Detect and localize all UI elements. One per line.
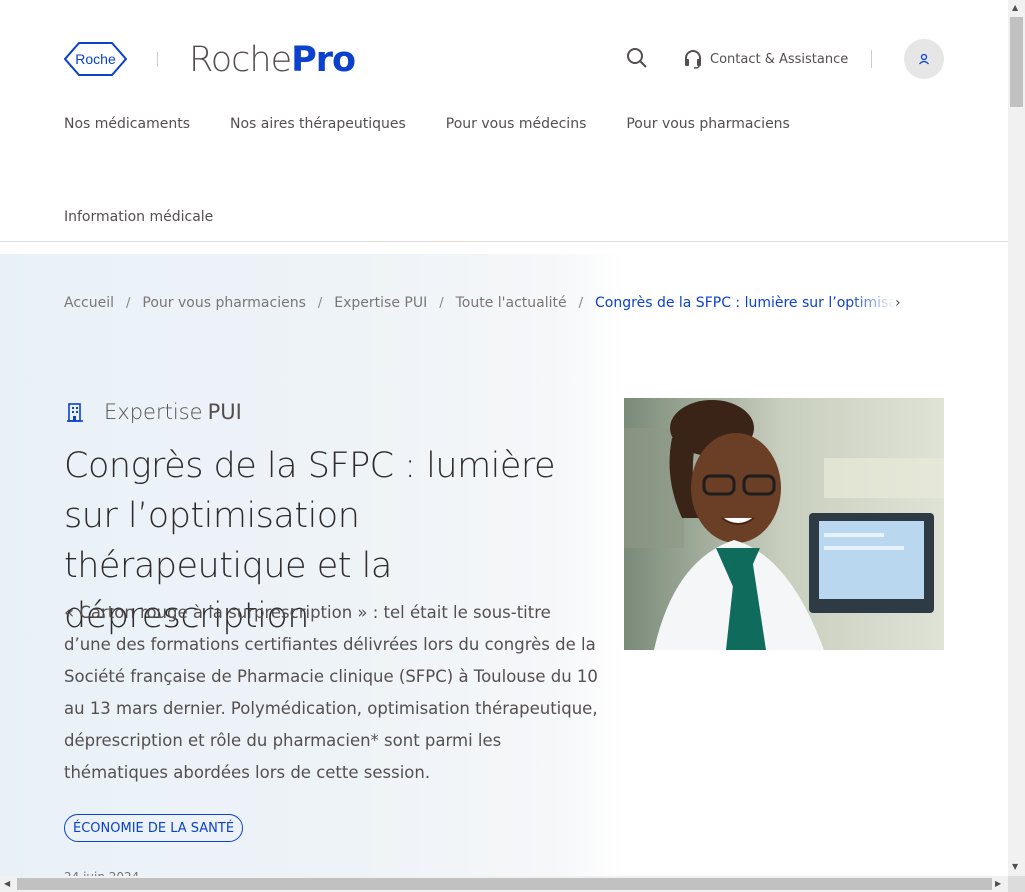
tag-economie-sante[interactable]: ÉCONOMIE DE LA SANTÉ <box>64 814 244 842</box>
site-header: Roche RochePro Contact & Assistance Nos … <box>0 0 1008 242</box>
roche-logo-icon[interactable]: Roche <box>64 42 127 76</box>
horizontal-scrollbar-thumb[interactable] <box>17 878 992 890</box>
nav-item-pharmaciens[interactable]: Pour vous pharmaciens <box>626 116 790 132</box>
account-button[interactable] <box>904 39 944 79</box>
contact-label: Contact & Assistance <box>710 51 849 67</box>
chevron-right-icon[interactable]: › <box>895 295 901 311</box>
scroll-up-icon[interactable]: ▲ <box>1012 3 1018 12</box>
nav-item-medicaments[interactable]: Nos médicaments <box>64 116 190 132</box>
header-divider <box>871 50 872 68</box>
breadcrumb-toute-actualite[interactable]: Toute l'actualité <box>456 295 567 311</box>
breadcrumb-separator: / <box>317 295 323 311</box>
nav-item-medecins[interactable]: Pour vous médecins <box>446 116 587 132</box>
scroll-right-icon[interactable]: ▶ <box>995 879 1001 888</box>
article-category: Expertise PUI <box>64 400 242 424</box>
breadcrumb-separator: / <box>578 295 584 311</box>
vertical-scrollbar[interactable]: ▲ ▼ <box>1008 0 1025 876</box>
nav-item-aires-therapeutiques[interactable]: Nos aires thérapeutiques <box>230 116 406 132</box>
user-icon <box>919 53 929 65</box>
vertical-scrollbar-thumb[interactable] <box>1010 17 1023 107</box>
scroll-down-icon[interactable]: ▼ <box>1012 862 1018 871</box>
headset-icon <box>685 50 701 69</box>
category-label-strong: PUI <box>207 400 242 424</box>
main-nav-row2: Information médicale <box>64 206 213 225</box>
main-nav: Nos médicaments Nos aires thérapeutiques… <box>64 116 790 132</box>
brand-part1: Roche <box>189 40 292 80</box>
logo-divider <box>157 52 158 67</box>
breadcrumb: Accueil / Pour vous pharmaciens / Expert… <box>64 295 901 311</box>
contact-assistance-link[interactable]: Contact & Assistance <box>684 48 848 70</box>
breadcrumb-pour-vous-pharmaciens[interactable]: Pour vous pharmaciens <box>142 295 306 311</box>
breadcrumb-accueil[interactable]: Accueil <box>64 295 114 311</box>
scrollbar-corner <box>1008 876 1025 892</box>
svg-text:Roche: Roche <box>75 51 116 67</box>
breadcrumb-separator: / <box>126 295 131 311</box>
breadcrumb-current: Congrès de la SFPC : lumière sur l’optim… <box>595 295 896 311</box>
horizontal-scrollbar[interactable]: ◀ ▶ <box>0 876 1008 892</box>
brand-roche-pro[interactable]: RochePro <box>189 38 356 82</box>
breadcrumb-expertise-pui[interactable]: Expertise PUI <box>334 295 427 311</box>
brand-part2: Pro <box>291 40 356 80</box>
breadcrumb-separator: / <box>439 295 444 311</box>
article-hero: Accueil / Pour vous pharmaciens / Expert… <box>0 254 1008 892</box>
search-icon[interactable] <box>626 47 648 69</box>
pharmacist-photo <box>624 398 944 650</box>
scroll-left-icon[interactable]: ◀ <box>4 879 10 888</box>
article-lead: « Carton rouge à la surprescription » : … <box>64 603 598 782</box>
building-icon <box>67 403 83 422</box>
category-label: Expertise <box>104 400 203 424</box>
nav-item-information-medicale[interactable]: Information médicale <box>64 209 213 225</box>
